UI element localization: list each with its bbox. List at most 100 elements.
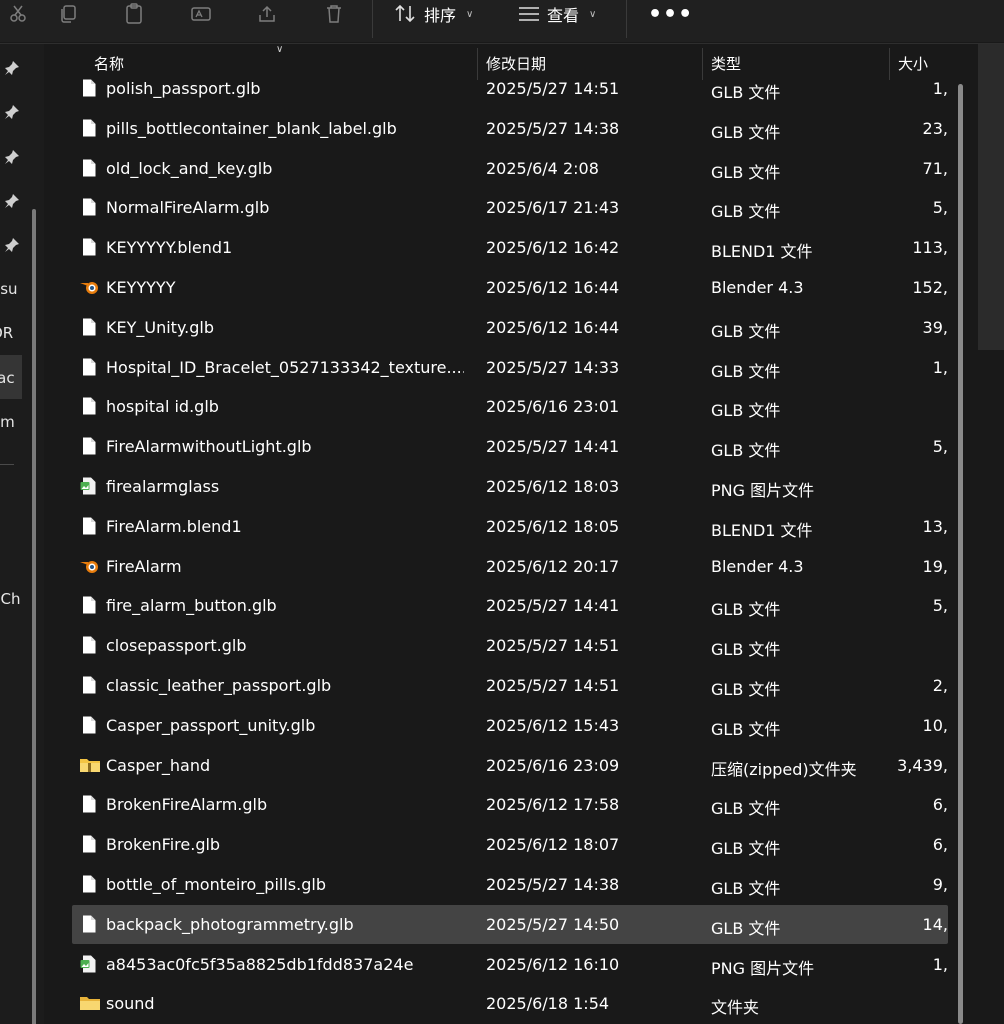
file-date: 2025/5/27 14:41 (486, 596, 620, 616)
more-options-button[interactable]: ••• (648, 0, 693, 28)
file-name: closepassport.glb (106, 636, 247, 656)
file-row[interactable]: NormalFireAlarm.glb 2025/6/17 21:43 GLB 文件… (72, 188, 948, 227)
file-icon (79, 317, 99, 337)
file-row[interactable]: BrokenFire.glb 2025/6/12 18:07 GLB 文件 6, (72, 825, 948, 864)
file-date: 2025/6/12 16:10 (486, 954, 620, 974)
nav-item[interactable]: esu (0, 280, 18, 298)
file-icon (79, 595, 99, 615)
file-size: 5, (932, 437, 948, 457)
copy-icon[interactable] (54, 0, 82, 28)
nav-item[interactable]: dCh (0, 590, 21, 608)
file-size: 1, (932, 954, 948, 974)
pin-icon (4, 60, 20, 76)
vertical-scrollbar[interactable] (958, 84, 963, 1024)
file-date: 2025/6/12 18:03 (486, 477, 620, 496)
file-type: GLB 文件 (711, 162, 781, 182)
rename-icon[interactable] (187, 0, 215, 28)
paste-icon[interactable] (120, 0, 148, 28)
file-name: KEY_Unity.glb (106, 317, 214, 337)
file-date: 2025/6/12 17:58 (486, 795, 620, 815)
nav-item[interactable]: om (0, 413, 15, 431)
file-name: pills_bottlecontainer_blank_label.glb (106, 118, 397, 138)
file-date: 2025/5/27 14:51 (486, 79, 620, 98)
file-name: hospital id.glb (106, 397, 219, 417)
share-icon[interactable] (253, 0, 281, 28)
file-row[interactable]: sound 2025/6/18 1:54 文件夹 (72, 984, 948, 1023)
file-size: 6, (932, 835, 948, 855)
nav-divider (0, 464, 14, 465)
file-row[interactable]: firealarmglass 2025/6/12 18:03 PNG 图片文件 (72, 467, 948, 506)
file-row[interactable]: Casper_hand 2025/6/16 23:09 压缩(zipped)文件夹 3… (72, 746, 948, 785)
file-type: GLB 文件 (711, 361, 781, 381)
file-icon (79, 794, 99, 814)
file-type: BLEND1 文件 (711, 520, 813, 540)
file-icon (79, 834, 99, 854)
file-row[interactable]: KEYYYYY 2025/6/12 16:44 Blender 4.3 152, (72, 268, 948, 307)
file-row[interactable]: a8453ac0fc5f35a8825db1fdd837a24e 2025/6/1… (72, 945, 948, 984)
file-row[interactable]: KEYYYYY.blend1 2025/6/12 16:42 BLEND1 文件 11… (72, 228, 948, 267)
file-date: 2025/5/27 14:51 (486, 636, 620, 656)
file-type: GLB 文件 (711, 321, 781, 341)
file-row[interactable]: KEY_Unity.glb 2025/6/12 16:44 GLB 文件 39, (72, 308, 948, 347)
blender-icon (79, 277, 99, 297)
file-row[interactable]: FireAlarm.blend1 2025/6/12 18:05 BLEND1 文件… (72, 507, 948, 546)
file-row[interactable]: FireAlarmwithoutLight.glb 2025/5/27 14:41… (72, 427, 948, 466)
file-name: backpack_photogrammetry.glb (106, 914, 354, 934)
file-row[interactable]: old_lock_and_key.glb 2025/6/4 2:08 GLB 文件 7… (72, 149, 948, 188)
file-type: GLB 文件 (711, 83, 781, 102)
file-row[interactable]: BrokenFireAlarm.glb 2025/6/12 17:58 GLB 文件… (72, 785, 948, 824)
file-size: 10, (922, 715, 948, 735)
chevron-down-icon: ∨ (589, 8, 597, 20)
file-icon (79, 715, 99, 735)
file-icon (79, 516, 99, 536)
cut-icon[interactable] (4, 0, 32, 28)
file-list-panel: ∨ 名称 修改日期 类型 大小 polish_passport.glb 2025/… (50, 44, 978, 1024)
delete-icon[interactable] (320, 0, 348, 28)
file-type: GLB 文件 (711, 879, 781, 898)
file-icon (79, 436, 99, 456)
file-type: BLEND1 文件 (711, 242, 813, 262)
file-type: GLB 文件 (711, 122, 781, 142)
sort-button[interactable]: 排序 ∨ (394, 0, 473, 28)
file-row[interactable]: pills_bottlecontainer_blank_label.glb 202… (72, 109, 948, 148)
file-row[interactable]: FireAlarm 2025/6/12 20:17 Blender 4.3 19, (72, 547, 948, 586)
nav-item[interactable]: OR (0, 324, 13, 342)
file-row[interactable]: Hospital_ID_Bracelet_0527133342_texture.… (72, 348, 948, 387)
file-size: 6, (932, 795, 948, 815)
file-icon (79, 118, 99, 138)
file-row[interactable]: hospital id.glb 2025/6/16 23:01 GLB 文件 (72, 387, 948, 426)
file-name: FireAlarm.blend1 (106, 516, 242, 536)
image-file-icon (79, 476, 99, 496)
file-date: 2025/6/12 20:17 (486, 556, 620, 576)
file-icon (79, 78, 99, 98)
file-row[interactable]: Casper_passport_unity.glb 2025/6/12 15:43… (72, 706, 948, 745)
file-row[interactable]: polish_passport.glb 2025/5/27 14:51 GLB 文件… (72, 69, 948, 108)
file-name: BrokenFire.glb (106, 835, 221, 855)
file-name: bottle_of_monteiro_pills.glb (106, 875, 326, 894)
file-name: FireAlarmwithoutLight.glb (106, 437, 312, 457)
folder-icon (79, 993, 100, 1013)
file-row[interactable]: closepassport.glb 2025/5/27 14:51 GLB 文件 (72, 626, 948, 665)
nav-scrollbar[interactable] (32, 209, 36, 1024)
file-row[interactable]: fire_alarm_button.glb 2025/5/27 14:41 GLB … (72, 586, 948, 625)
file-date: 2025/6/12 16:44 (486, 278, 620, 297)
file-date: 2025/5/27 14:41 (486, 437, 620, 457)
zip-folder-icon (79, 755, 100, 775)
file-size: 5, (932, 596, 948, 616)
right-edge-panel (978, 44, 1004, 350)
navigation-pane: esu OR rac om dCh (0, 44, 44, 1024)
nav-item[interactable]: rac (0, 369, 15, 387)
view-button[interactable]: 查看 ∨ (517, 0, 596, 28)
file-type: 压缩(zipped)文件夹 (711, 759, 857, 779)
file-row[interactable]: backpack_photogrammetry.glb 2025/5/27 14:… (72, 904, 948, 944)
file-type: GLB 文件 (711, 799, 781, 819)
image-file-icon (79, 954, 99, 974)
file-row[interactable]: classic_leather_passport.glb 2025/5/27 14… (72, 666, 948, 705)
file-date: 2025/6/12 16:44 (486, 317, 620, 337)
file-name: Hospital_ID_Bracelet_0527133342_texture.… (106, 357, 464, 377)
file-name: KEYYYYY.blend1 (106, 238, 233, 258)
file-row[interactable]: bottle_of_monteiro_pills.glb 2025/5/27 14… (72, 865, 948, 904)
pin-icon (4, 104, 20, 120)
file-type: PNG 图片文件 (711, 481, 815, 500)
file-type: GLB 文件 (711, 600, 781, 620)
